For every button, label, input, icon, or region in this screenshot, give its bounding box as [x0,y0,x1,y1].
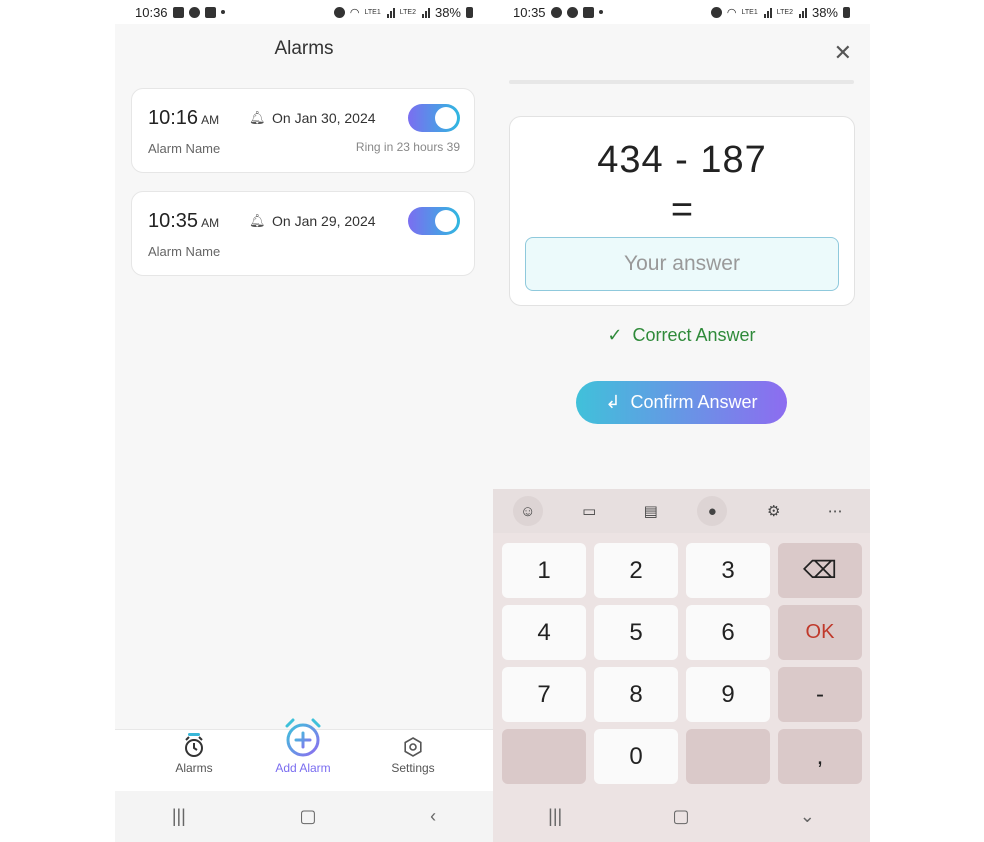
battery-icon [466,6,473,18]
more-options-icon[interactable]: ⋯ [820,496,850,526]
ok-key[interactable]: OK [778,605,862,660]
key-7[interactable]: 7 [502,667,586,722]
key-4[interactable]: 4 [502,605,586,660]
alarm-status-icon [333,6,345,18]
system-nav-bar: ||| ▢ ⌄ [493,791,870,842]
signal-icon-2 [421,7,430,18]
key-0[interactable]: 0 [594,729,678,784]
confirm-answer-button[interactable]: ↲ Confirm Answer [576,381,787,424]
alarm-name: Alarm Name [148,141,221,156]
close-icon[interactable]: ✕ [834,40,852,66]
nav-alarms-label: Alarms [175,761,213,775]
equals-sign: = [670,189,694,231]
battery-icon [843,6,850,18]
gallery-icon [172,6,184,18]
blank-key-left [502,729,586,784]
key-2[interactable]: 2 [594,543,678,598]
alarm-name: Alarm Name [148,244,221,259]
key-8[interactable]: 8 [594,667,678,722]
alarms-screen: 10:36 ◠ LTE1 LTE2 38% Alarms 10:16 AM 🔔︎ … [115,0,493,842]
status-bar: 10:35 ◠ LTE1 LTE2 38% [493,0,870,24]
bell-icon: 🔔︎ [249,213,266,228]
feedback-message: ✓ Correct Answer [607,325,756,345]
more-notifications-dot [220,10,225,14]
numeric-keyboard: ☺ ▭ ▤ ● ⚙ ⋯ 1 2 3 ⌫ 4 5 6 OK 7 8 9 - 0 , [493,489,870,791]
nav-add-alarm-label: Add Alarm [275,761,331,775]
app-icon [582,6,594,18]
comma-key[interactable]: , [778,729,862,784]
page-title: Alarms [274,38,334,59]
alarm-time: 10:35 AM [148,210,220,232]
alarm-card[interactable]: 10:35 AM 🔔︎ On Jan 29, 2024 Alarm Name [131,191,475,276]
alarm-date: On Jan 29, 2024 [272,213,376,229]
blank-key-right [686,729,770,784]
alarm-toggle[interactable] [408,207,460,235]
backspace-key[interactable]: ⌫ [778,543,862,598]
wifi-icon: ◠ [726,6,737,19]
add-alarm-icon [285,718,321,757]
status-bar: 10:36 ◠ LTE1 LTE2 38% [115,0,493,24]
alarm-status-icon-2 [710,6,722,18]
keyboard-settings-icon[interactable]: ⚙ [759,496,789,526]
check-icon: ✓ [607,325,623,345]
home-icon[interactable]: ▢ [299,806,316,827]
signal-label-1: LTE1 [741,8,758,16]
text-extract-icon[interactable]: ▤ [636,496,666,526]
recent-apps-icon[interactable]: ||| [172,806,186,827]
signal-label-1: LTE1 [364,8,381,16]
enter-arrow-icon: ↲ [605,392,621,412]
signal-icon-2 [798,7,807,18]
hide-keyboard-icon[interactable]: ⌄ [800,806,815,827]
clipboard-icon[interactable]: ▭ [574,496,604,526]
status-time: 10:36 [135,4,168,20]
battery-level: 38% [434,4,461,20]
signal-icon [386,7,395,18]
microphone-icon[interactable]: ● [697,496,728,526]
recent-apps-icon[interactable]: ||| [548,806,562,827]
alarm-status-icon [550,6,562,18]
battery-level: 38% [811,4,838,20]
keyboard-toolbar: ☺ ▭ ▤ ● ⚙ ⋯ [493,489,870,533]
bell-icon: 🔔︎ [249,110,266,125]
minus-key[interactable]: - [778,667,862,722]
math-challenge-screen: 10:35 ◠ LTE1 LTE2 38% ✕ 434 - 187 = ✓Cor… [493,0,870,842]
alarm-date: On Jan 30, 2024 [272,110,376,126]
confirm-answer-label: Confirm Answer [630,392,758,412]
alarm-toggle[interactable] [408,104,460,132]
home-icon[interactable]: ▢ [672,806,689,827]
key-1[interactable]: 1 [502,543,586,598]
alarm-time: 10:16 AM [148,107,220,129]
more-notifications-dot [598,10,603,14]
signal-label-2: LTE2 [776,8,793,16]
question-card: 434 - 187 = [509,116,855,306]
key-9[interactable]: 9 [686,667,770,722]
whatsapp-icon [566,6,578,18]
alarm-ring-countdown: Ring in 23 hours 39 [355,140,460,154]
wifi-icon: ◠ [349,6,360,19]
emoji-icon[interactable]: ☺ [512,496,543,526]
back-icon[interactable]: ‹ [430,806,436,827]
status-time: 10:35 [513,4,546,20]
bottom-nav: Alarms Add Alarm Settings [115,718,493,791]
key-6[interactable]: 6 [686,605,770,660]
alarm-clock-icon [185,733,203,757]
answer-input[interactable] [525,237,839,291]
alarm-card[interactable]: 10:16 AM 🔔︎ On Jan 30, 2024 Alarm Name Ri… [131,88,475,173]
gear-icon [404,737,422,757]
math-question: 434 - 187 [597,139,767,181]
signal-label-2: LTE2 [399,8,416,16]
key-3[interactable]: 3 [686,543,770,598]
backspace-icon: ⌫ [803,557,837,584]
app-icon [204,6,216,18]
nav-settings-label: Settings [391,761,435,775]
signal-icon [763,7,772,18]
system-nav-bar: ||| ▢ ‹ [115,791,493,842]
key-5[interactable]: 5 [594,605,678,660]
progress-divider [509,80,854,84]
whatsapp-icon [188,6,200,18]
